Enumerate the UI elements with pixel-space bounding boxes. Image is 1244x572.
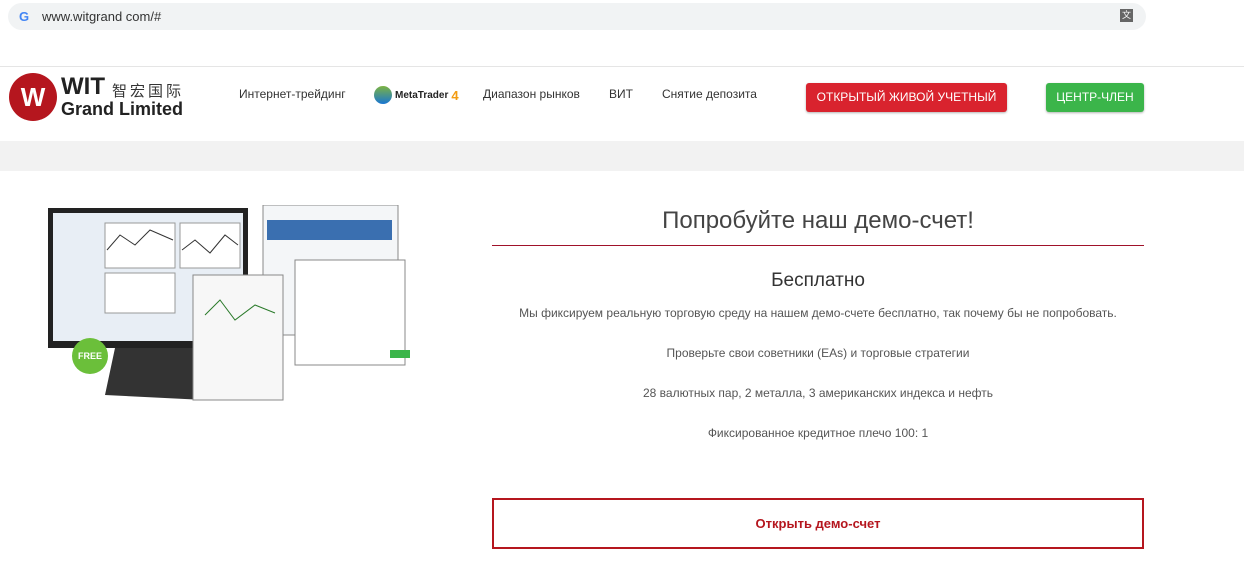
subtitle: Бесплатно (771, 270, 865, 291)
nav-vit[interactable]: ВИТ (609, 87, 633, 101)
address-bar[interactable] (8, 3, 1146, 30)
member-center-button[interactable]: ЦЕНТР-ЧЛЕН (1046, 83, 1144, 112)
nav-markets[interactable]: Диапазон рынков (483, 87, 580, 101)
description-1: Мы фиксируем реальную торговую среду на … (519, 306, 1117, 320)
nav-internet-trading[interactable]: Интернет-трейдинг (239, 87, 346, 101)
nav-withdrawal[interactable]: Снятие депозита (662, 87, 757, 101)
url-text[interactable]: www.witgrand com/# (42, 9, 161, 24)
logo-grand[interactable]: Grand Limited (61, 99, 183, 120)
gray-band (0, 141, 1244, 171)
open-demo-account-button[interactable]: Открыть демо-счет (492, 498, 1144, 549)
logo-icon[interactable]: W (9, 73, 57, 121)
open-live-account-button[interactable]: ОТКРЫТЫЙ ЖИВОЙ УЧЕТНЫЙ (806, 83, 1007, 112)
description-3: 28 валютных пар, 2 металла, 3 американск… (642, 386, 994, 400)
logo-wit[interactable]: WIT (61, 73, 105, 101)
metatrader-version: 4 (451, 87, 459, 103)
metatrader-label: MetaTrader (395, 89, 449, 101)
description-2: Проверьте свои советники (EAs) и торговы… (666, 346, 970, 360)
description-4: Фиксированное кредитное плечо 100: 1 (707, 426, 929, 440)
metatrader-icon (374, 86, 392, 104)
platform-screens-image (48, 205, 410, 401)
google-icon: G (19, 9, 30, 24)
free-badge: FREE (72, 338, 108, 374)
nav-metatrader[interactable]: MetaTrader 4 (374, 86, 459, 104)
divider (0, 66, 1244, 67)
page-title: Попробуйте наш демо-счет! (662, 207, 974, 234)
title-divider (492, 245, 1144, 246)
translate-icon[interactable]: 文 (1120, 9, 1133, 22)
logo-chinese[interactable]: 智宏国际 (112, 80, 184, 101)
